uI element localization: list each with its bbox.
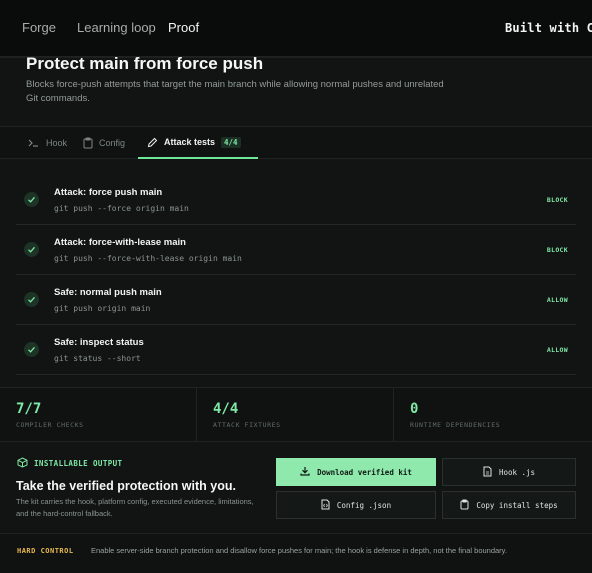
hard-control-tag: HARD CONTROL bbox=[17, 547, 74, 555]
tab-label: Hook bbox=[46, 138, 68, 148]
check-icon bbox=[24, 192, 39, 207]
stat-label: ATTACK FIXTURES bbox=[213, 421, 281, 429]
clipboard-icon bbox=[460, 499, 469, 512]
verdict-badge: ALLOW bbox=[546, 296, 568, 304]
nav-item-proof[interactable]: Proof bbox=[168, 20, 199, 35]
page-title: Protect main from force push bbox=[26, 54, 264, 73]
installable-output-tag: INSTALLABLE OUTPUT bbox=[17, 457, 122, 470]
stat-label: RUNTIME DEPENDENCIES bbox=[410, 421, 501, 429]
test-row: Attack: force-with-lease main git push -… bbox=[16, 225, 576, 275]
test-command: git status --short bbox=[54, 354, 141, 363]
nav-item-learning-loop[interactable]: Learning loop bbox=[77, 20, 156, 35]
test-command: git push origin main bbox=[54, 304, 151, 313]
check-icon bbox=[24, 292, 39, 307]
download-icon bbox=[300, 466, 310, 478]
brand-label: Built with Code bbox=[505, 21, 592, 35]
hook-js-button[interactable]: Hook .js bbox=[442, 458, 576, 486]
button-label: Config .json bbox=[336, 500, 392, 510]
check-icon bbox=[24, 242, 39, 257]
top-nav: Forge Learning loop Proof Built with Cod… bbox=[0, 0, 592, 57]
file-icon bbox=[483, 466, 492, 479]
verdict-badge: BLOCK bbox=[546, 196, 568, 204]
nav-item-forge[interactable]: Forge bbox=[22, 20, 56, 35]
tab-attack-tests[interactable]: Attack tests 4/4 bbox=[138, 127, 258, 159]
hook-description: Blocks force-push attempts that target t… bbox=[26, 79, 444, 104]
stat-runtime-dependencies: 0 RUNTIME DEPENDENCIES bbox=[394, 388, 592, 442]
test-command: git push --force-with-lease origin main bbox=[54, 254, 242, 263]
copy-install-steps-button[interactable]: Copy install steps bbox=[442, 491, 576, 519]
installable-title: Take the verified protection with you. bbox=[16, 479, 236, 493]
test-name: Attack: force push main bbox=[54, 187, 163, 198]
package-icon bbox=[17, 457, 28, 470]
tab-hook[interactable]: Hook bbox=[28, 127, 67, 159]
stat-value: 0 bbox=[410, 401, 419, 417]
test-command: git push --force origin main bbox=[54, 204, 189, 213]
pencil-icon bbox=[147, 137, 158, 148]
test-name: Safe: normal push main bbox=[54, 287, 162, 298]
hard-control-text: Enable server-side branch protection and… bbox=[91, 546, 507, 555]
stats-bar: 7/7 COMPILER CHECKS 4/4 ATTACK FIXTURES … bbox=[0, 387, 592, 442]
tab-config[interactable]: Config bbox=[83, 127, 125, 159]
stat-value: 4/4 bbox=[213, 401, 239, 417]
config-json-button[interactable]: Config .json bbox=[276, 491, 436, 519]
installable-output-label: INSTALLABLE OUTPUT bbox=[34, 459, 123, 468]
tab-label: Config bbox=[99, 138, 126, 148]
installable-description: The kit carries the hook, platform confi… bbox=[16, 497, 254, 518]
button-label: Download verified kit bbox=[317, 467, 412, 477]
check-icon bbox=[24, 342, 39, 357]
stat-label: COMPILER CHECKS bbox=[16, 421, 84, 429]
clipboard-icon bbox=[83, 137, 93, 149]
verdict-badge: ALLOW bbox=[546, 346, 568, 354]
tab-label: Attack tests bbox=[164, 137, 216, 147]
json-file-icon bbox=[321, 499, 330, 512]
download-verified-kit-button[interactable]: Download verified kit bbox=[276, 458, 436, 486]
button-label: Copy install steps bbox=[476, 500, 558, 510]
stat-value: 7/7 bbox=[16, 401, 42, 417]
tab-count-badge: 4/4 bbox=[221, 136, 241, 148]
verdict-badge: BLOCK bbox=[546, 246, 568, 254]
terminal-icon bbox=[28, 138, 40, 148]
test-row: Attack: force push main git push --force… bbox=[16, 175, 576, 225]
button-label: Hook .js bbox=[498, 467, 536, 477]
stat-attack-fixtures: 4/4 ATTACK FIXTURES bbox=[197, 388, 394, 442]
test-name: Attack: force-with-lease main bbox=[54, 237, 186, 248]
stat-compiler-checks: 7/7 COMPILER CHECKS bbox=[0, 388, 197, 442]
test-row: Safe: inspect status git status --short … bbox=[16, 325, 576, 375]
hard-control-bar: HARD CONTROL Enable server-side branch p… bbox=[0, 533, 592, 573]
tab-bar: Hook Config Attack tests 4/4 bbox=[0, 126, 592, 159]
attack-test-list: Attack: force push main git push --force… bbox=[16, 175, 576, 375]
test-name: Safe: inspect status bbox=[54, 337, 144, 348]
test-row: Safe: normal push main git push origin m… bbox=[16, 275, 576, 325]
